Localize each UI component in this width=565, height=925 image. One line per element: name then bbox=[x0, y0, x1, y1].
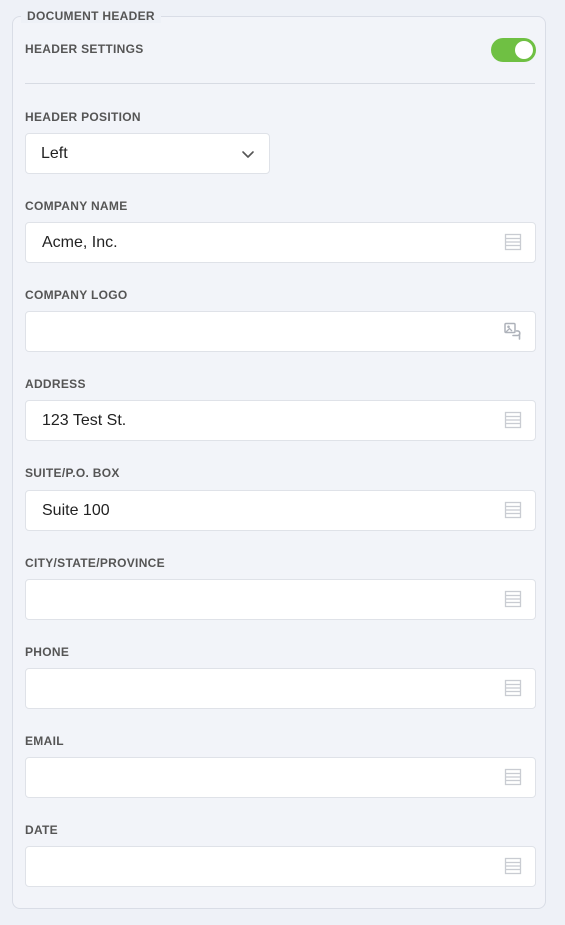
address-label: ADDRESS bbox=[25, 377, 86, 391]
phone-field[interactable] bbox=[25, 668, 536, 709]
address-value: 123 Test St. bbox=[42, 412, 127, 429]
suite-field[interactable]: Suite 100 bbox=[25, 490, 536, 531]
image-link-icon[interactable] bbox=[504, 322, 522, 340]
list-icon[interactable] bbox=[504, 857, 522, 875]
chevron-down-icon bbox=[242, 151, 254, 158]
date-field[interactable] bbox=[25, 846, 536, 887]
header-position-label: HEADER POSITION bbox=[25, 110, 141, 124]
toggle-knob bbox=[515, 41, 533, 59]
suite-value: Suite 100 bbox=[42, 502, 110, 519]
email-label: EMAIL bbox=[25, 734, 64, 748]
date-label: DATE bbox=[25, 823, 58, 837]
list-icon[interactable] bbox=[504, 590, 522, 608]
suite-label: SUITE/P.O. BOX bbox=[25, 466, 120, 480]
company-name-value: Acme, Inc. bbox=[42, 234, 118, 251]
city-label: CITY/STATE/PROVINCE bbox=[25, 556, 165, 570]
email-field[interactable] bbox=[25, 757, 536, 798]
company-name-label: COMPANY NAME bbox=[25, 199, 128, 213]
header-settings-toggle[interactable] bbox=[491, 38, 536, 62]
list-icon[interactable] bbox=[504, 411, 522, 429]
phone-label: PHONE bbox=[25, 645, 70, 659]
company-logo-field[interactable] bbox=[25, 311, 536, 352]
list-icon[interactable] bbox=[504, 768, 522, 786]
address-field[interactable]: 123 Test St. bbox=[25, 400, 536, 441]
company-logo-label: COMPANY LOGO bbox=[25, 288, 128, 302]
header-position-select[interactable]: Left bbox=[25, 133, 270, 174]
section-title: DOCUMENT HEADER bbox=[21, 9, 161, 23]
header-settings-label: HEADER SETTINGS bbox=[25, 42, 144, 56]
company-name-field[interactable]: Acme, Inc. bbox=[25, 222, 536, 263]
city-field[interactable] bbox=[25, 579, 536, 620]
list-icon[interactable] bbox=[504, 501, 522, 519]
list-icon[interactable] bbox=[504, 679, 522, 697]
header-position-value: Left bbox=[41, 145, 68, 162]
list-icon[interactable] bbox=[504, 233, 522, 251]
divider bbox=[25, 83, 535, 84]
